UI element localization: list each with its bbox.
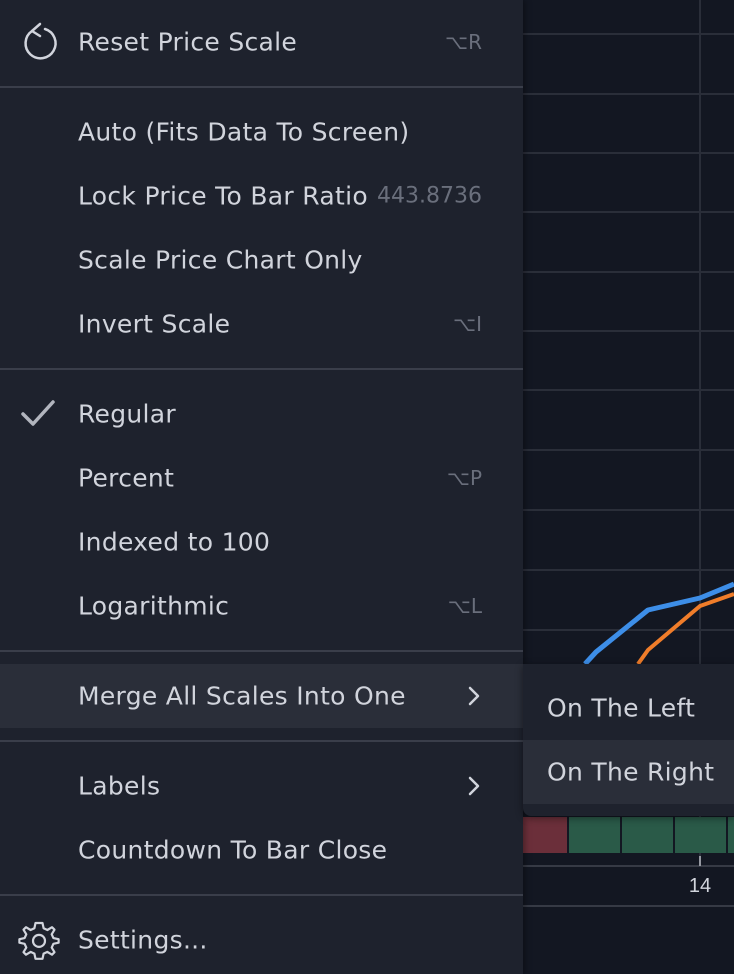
submenu-item-on-the-right[interactable]: On The Right: [523, 740, 734, 804]
menu-item-reset-price-scale[interactable]: Reset Price Scale ⌥R: [0, 10, 523, 74]
menu-item-invert-scale[interactable]: Invert Scale ⌥I: [0, 292, 523, 356]
submenu-item-label: On The Right: [547, 757, 715, 787]
menu-separator: [0, 368, 523, 370]
menu-separator: [0, 86, 523, 88]
menu-item-label: Percent: [78, 463, 175, 493]
ratio-value: 443.8736: [377, 183, 482, 209]
menu-item-label: Countdown To Bar Close: [78, 835, 388, 865]
menu-item-label: Labels: [78, 771, 161, 801]
menu-separator: [0, 740, 523, 742]
menu-item-indexed-to-100[interactable]: Indexed to 100: [0, 510, 523, 574]
menu-item-lock-price-to-bar-ratio[interactable]: Lock Price To Bar Ratio 443.8736: [0, 164, 523, 228]
menu-item-label: Settings...: [78, 925, 208, 955]
menu-item-regular[interactable]: Regular: [0, 382, 523, 446]
menu-item-label: Logarithmic: [78, 591, 230, 621]
chevron-right-icon: [468, 776, 480, 796]
menu-item-percent[interactable]: Percent ⌥P: [0, 446, 523, 510]
reset-icon: [24, 22, 57, 60]
checkmark-icon: [21, 400, 55, 426]
menu-item-merge-all-scales[interactable]: Merge All Scales Into One: [0, 664, 523, 728]
menu-item-label: Scale Price Chart Only: [78, 245, 363, 275]
menu-separator: [0, 894, 523, 896]
menu-item-countdown-to-bar-close[interactable]: Countdown To Bar Close: [0, 818, 523, 882]
volume-bars: [523, 817, 734, 853]
submenu-item-label: On The Left: [547, 693, 696, 723]
menu-separator: [0, 650, 523, 652]
submenu-item-on-the-left[interactable]: On The Left: [523, 676, 734, 740]
shortcut-hint: ⌥L: [447, 594, 482, 618]
gear-icon: [18, 921, 60, 960]
merge-scales-submenu: On The Left On The Right: [523, 664, 734, 816]
menu-item-label: Regular: [78, 399, 176, 429]
shortcut-hint: ⌥I: [453, 312, 482, 336]
menu-item-label: Merge All Scales Into One: [78, 681, 406, 711]
price-scale-context-menu: Reset Price Scale ⌥R Auto (Fits Data To …: [0, 0, 523, 974]
shortcut-hint: ⌥P: [446, 466, 482, 490]
chevron-right-icon: [468, 686, 480, 706]
menu-item-label: Lock Price To Bar Ratio: [78, 181, 368, 211]
menu-item-label: Indexed to 100: [78, 527, 271, 557]
menu-item-settings[interactable]: Settings...: [0, 908, 523, 972]
menu-item-logarithmic[interactable]: Logarithmic ⌥L: [0, 574, 523, 638]
menu-item-label: Reset Price Scale: [78, 27, 298, 57]
menu-item-scale-price-chart-only[interactable]: Scale Price Chart Only: [0, 228, 523, 292]
menu-item-label: Invert Scale: [78, 309, 231, 339]
time-axis-label: 14: [689, 875, 711, 897]
menu-item-labels[interactable]: Labels: [0, 754, 523, 818]
menu-item-auto-fit[interactable]: Auto (Fits Data To Screen): [0, 100, 523, 164]
shortcut-hint: ⌥R: [445, 30, 482, 54]
menu-item-label: Auto (Fits Data To Screen): [78, 117, 410, 147]
